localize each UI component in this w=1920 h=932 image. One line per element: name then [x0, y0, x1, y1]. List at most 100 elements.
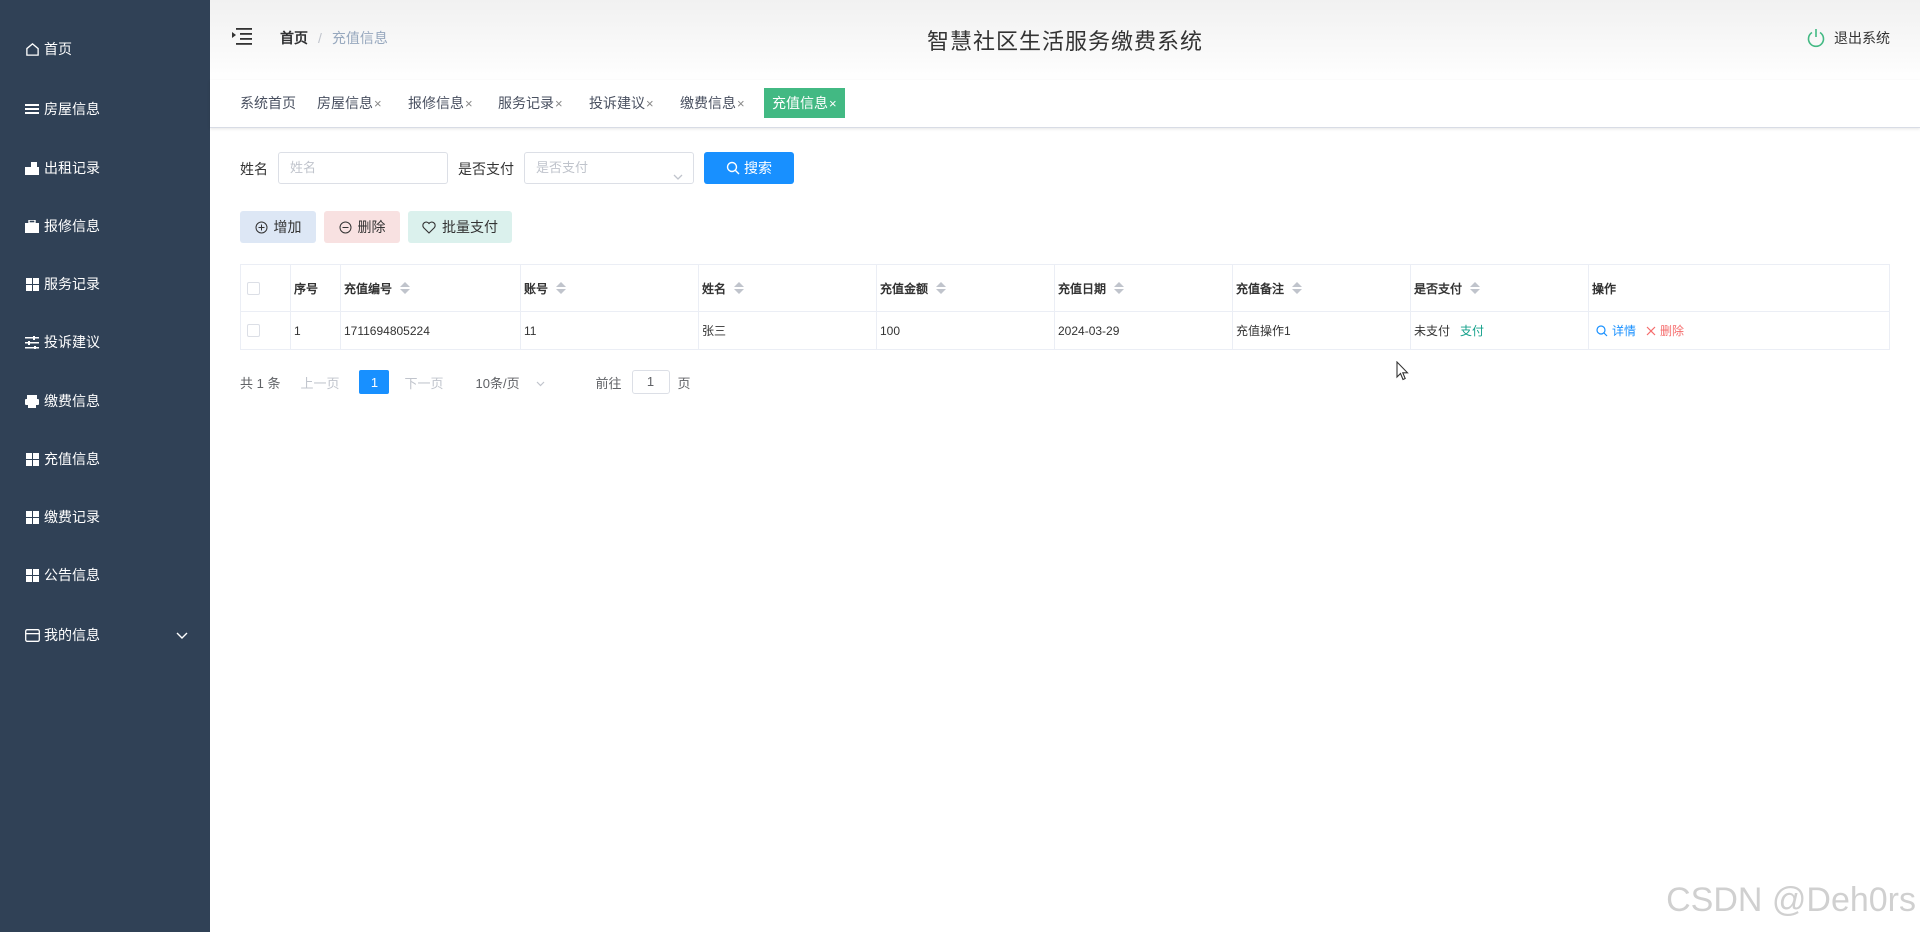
sidebar-item-rental[interactable]: 出租记录 — [0, 143, 210, 193]
select-all-checkbox[interactable] — [247, 281, 260, 295]
sidebar-item-my-info[interactable]: 我的信息 — [0, 610, 210, 660]
close-icon[interactable]: × — [646, 96, 654, 111]
sidebar-item-label: 公告信息 — [44, 567, 100, 583]
sidebar-item-service[interactable]: 服务记录 — [0, 259, 210, 309]
logout-label: 退出系统 — [1834, 30, 1890, 46]
header-cell[interactable]: 充值金额 — [877, 265, 1055, 311]
printer-icon — [24, 393, 40, 409]
cell-name: 张三 — [699, 312, 877, 349]
tab-complaint[interactable]: 投诉建议× — [585, 88, 658, 118]
name-input[interactable]: 姓名 — [278, 152, 448, 184]
sidebar-item-house[interactable]: 房屋信息 — [0, 84, 210, 134]
page-size-select[interactable]: 10条/页 — [476, 373, 556, 392]
column-header-amount: 充值金额 — [880, 281, 929, 296]
sidebar-item-payment-info[interactable]: 缴费信息 — [0, 376, 210, 426]
tab-label: 系统首页 — [240, 95, 296, 111]
sort-icon[interactable] — [1292, 282, 1303, 294]
prev-page-button[interactable]: 上一页 — [300, 373, 339, 392]
delete-button-label: 删除 — [357, 219, 386, 235]
sidebar-item-repair[interactable]: 报修信息 — [0, 201, 210, 251]
bag-icon — [24, 160, 40, 176]
close-icon[interactable]: × — [465, 96, 473, 111]
tab-service[interactable]: 服务记录× — [494, 88, 567, 118]
search-button[interactable]: 搜索 — [704, 152, 794, 184]
tab-payment-info[interactable]: 缴费信息× — [676, 88, 749, 118]
cell-account: 11 — [521, 312, 699, 349]
sidebar-item-label: 投诉建议 — [44, 334, 100, 350]
sidebar-item-payment-record[interactable]: 缴费记录 — [0, 492, 210, 542]
sort-icon[interactable] — [1470, 282, 1481, 294]
row-cell-select — [241, 312, 291, 349]
sidebar-item-label: 房屋信息 — [44, 101, 100, 117]
home-icon — [24, 41, 40, 57]
heart-icon — [422, 221, 436, 234]
sidebar-item-notice[interactable]: 公告信息 — [0, 550, 210, 600]
sliders-icon — [24, 334, 40, 350]
logout-button[interactable]: 退出系统 — [1806, 28, 1890, 48]
tab-recharge[interactable]: 充值信息× — [764, 88, 845, 118]
page-number-button[interactable]: 1 — [359, 370, 390, 394]
row-checkbox[interactable] — [247, 324, 260, 337]
cell-actions: 详情 删除 — [1589, 312, 1889, 349]
delete-button[interactable]: 删除 — [324, 211, 400, 243]
minus-circle-icon — [339, 221, 351, 233]
tab-label: 服务记录 — [498, 95, 554, 111]
header-cell-select — [241, 265, 291, 311]
pagination-goto: 前往 1 页 — [596, 370, 691, 394]
header-cell[interactable]: 账号 — [521, 265, 699, 311]
close-icon[interactable]: × — [737, 96, 745, 111]
batch-pay-button[interactable]: 批量支付 — [408, 211, 512, 243]
goto-page-input[interactable]: 1 — [631, 370, 670, 394]
sidebar-item-label: 报修信息 — [44, 218, 100, 234]
page-title: 智慧社区生活服务缴费系统 — [926, 29, 1203, 54]
plus-circle-icon — [255, 221, 267, 233]
detail-button[interactable]: 详情 — [1596, 322, 1636, 339]
header: 首页 / 充值信息 智慧社区生活服务缴费系统 退出系统 — [210, 0, 1920, 80]
tab-label: 房屋信息 — [317, 95, 373, 111]
paid-select[interactable]: 是否支付 — [524, 152, 694, 184]
watermark: CSDN @Deh0rs — [1666, 881, 1916, 919]
row-delete-button[interactable]: 删除 — [1646, 322, 1684, 339]
header-cell[interactable]: 充值编号 — [341, 265, 521, 311]
chevron-down-icon — [673, 162, 683, 192]
close-icon — [1646, 326, 1656, 335]
sort-icon[interactable] — [734, 282, 745, 294]
sort-icon[interactable] — [1114, 282, 1125, 294]
header-cell[interactable]: 是否支付 — [1411, 265, 1589, 311]
name-label: 姓名 — [240, 161, 268, 177]
column-header-account: 账号 — [524, 281, 549, 296]
sidebar: 首页 房屋信息 出租记录 报修信息 服务记录 投诉建议 缴费信息 充值信息 缴费… — [0, 0, 210, 932]
column-header-recharge-no: 充值编号 — [344, 281, 393, 296]
sidebar-item-label: 我的信息 — [44, 627, 100, 643]
add-button[interactable]: 增加 — [240, 211, 316, 243]
pay-link[interactable]: 支付 — [1460, 322, 1484, 339]
tab-label: 缴费信息 — [680, 95, 736, 111]
cell-index: 1 — [291, 312, 341, 349]
search-icon — [1596, 324, 1608, 336]
sidebar-item-label: 首页 — [44, 41, 72, 57]
sort-icon[interactable] — [400, 282, 411, 294]
tab-house[interactable]: 房屋信息× — [313, 88, 386, 118]
cell-date: 2024-03-29 — [1055, 312, 1233, 349]
header-cell[interactable]: 充值日期 — [1055, 265, 1233, 311]
tab-label: 报修信息 — [408, 95, 464, 111]
next-page-button[interactable]: 下一页 — [404, 373, 443, 392]
sidebar-item-complaint[interactable]: 投诉建议 — [0, 317, 210, 367]
table-row: 1 1711694805224 11 张三 100 2024-03-29 充值操… — [241, 312, 1889, 349]
tab-repair[interactable]: 报修信息× — [404, 88, 477, 118]
tab-label: 投诉建议 — [589, 95, 645, 111]
page-suffix: 页 — [677, 375, 691, 391]
close-icon[interactable]: × — [374, 96, 382, 111]
sidebar-item-recharge[interactable]: 充值信息 — [0, 434, 210, 484]
sort-icon[interactable] — [936, 282, 947, 294]
page-size-value: 10条/页 — [475, 375, 520, 391]
sort-icon[interactable] — [556, 282, 567, 294]
tab-home[interactable]: 系统首页 — [236, 88, 300, 118]
header-cell[interactable]: 姓名 — [699, 265, 877, 311]
close-icon[interactable]: × — [829, 96, 837, 111]
close-icon[interactable]: × — [555, 96, 563, 111]
sidebar-item-home[interactable]: 首页 — [0, 24, 210, 74]
column-header-paid: 是否支付 — [1414, 281, 1463, 296]
header-cell[interactable]: 充值备注 — [1233, 265, 1411, 311]
grid-icon — [24, 451, 40, 467]
